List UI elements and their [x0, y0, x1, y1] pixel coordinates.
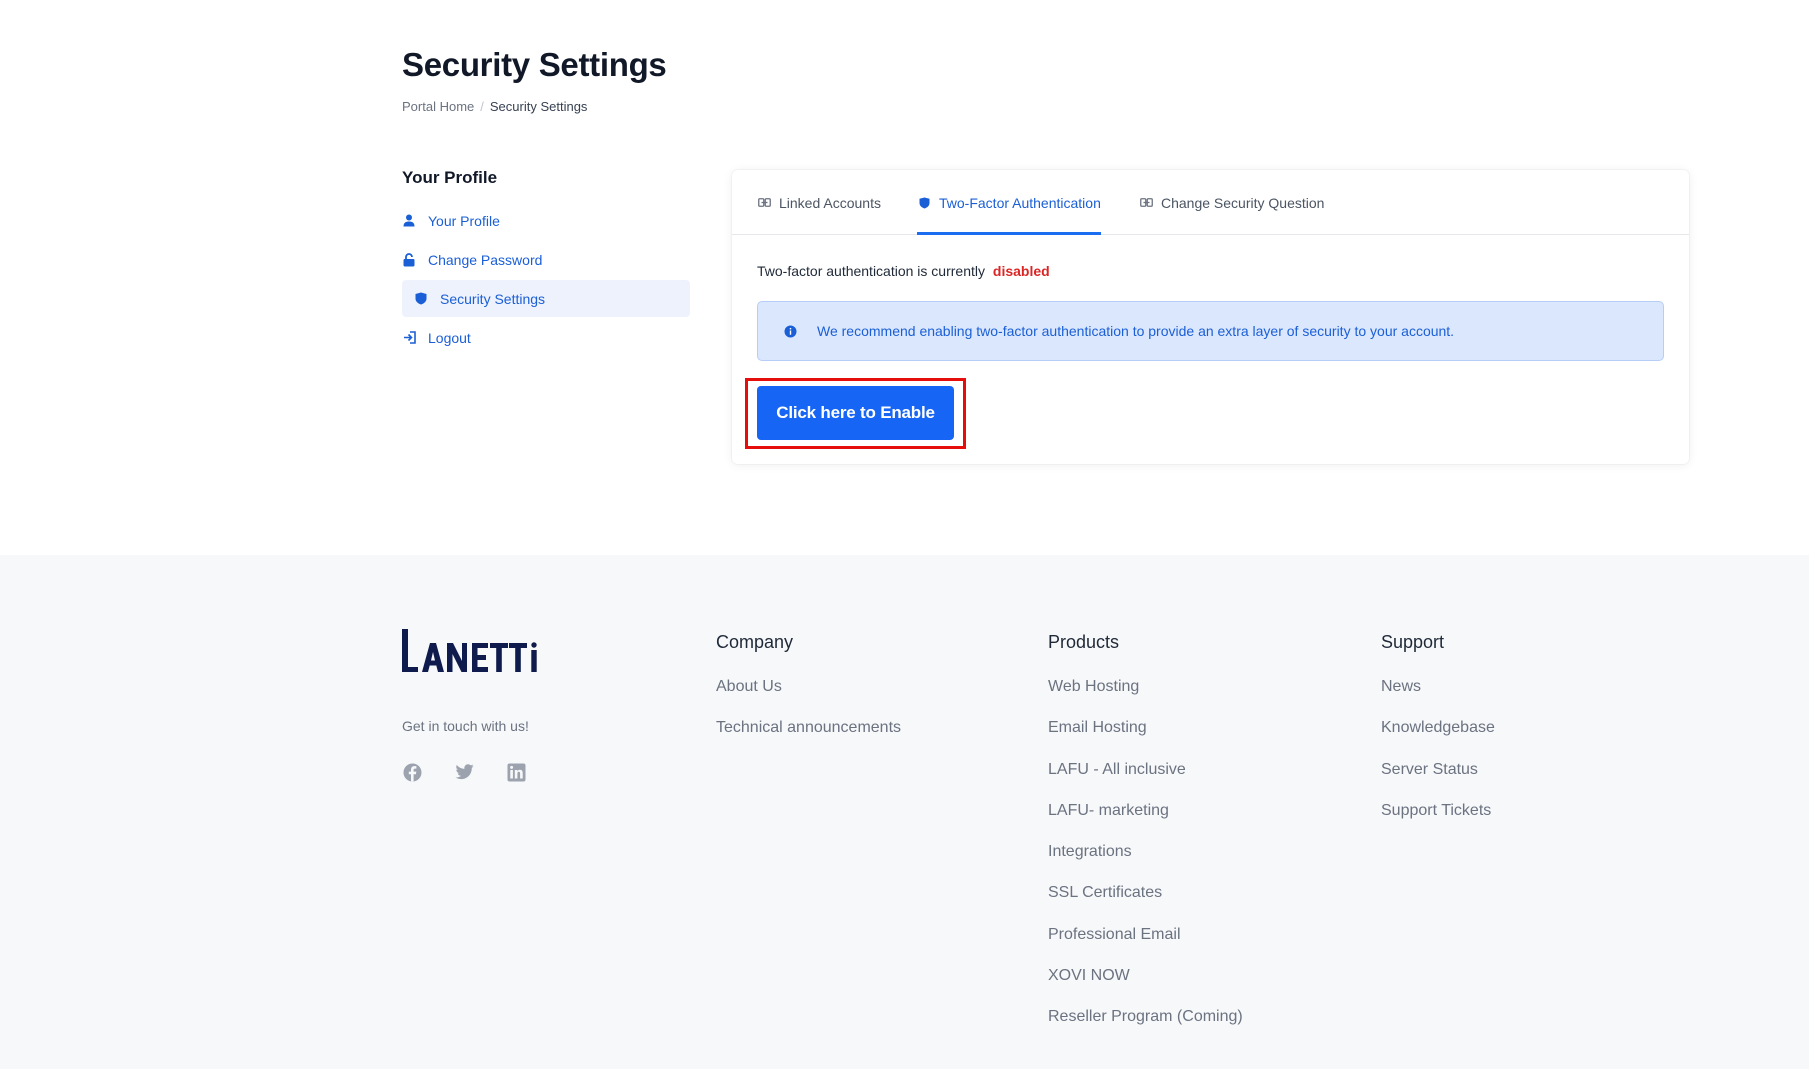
facebook-icon[interactable] — [402, 762, 422, 782]
main-content: Security Settings Portal Home / Security… — [0, 0, 1809, 555]
page-title: Security Settings — [402, 46, 667, 83]
two-factor-status: Two-factor authentication is currently d… — [757, 263, 1050, 279]
lock-icon — [402, 252, 416, 267]
breadcrumb-separator: / — [480, 99, 484, 114]
footer-link[interactable]: Email Hosting — [1048, 718, 1243, 759]
footer-column-title: Company — [716, 632, 794, 652]
link-icon — [757, 196, 771, 210]
info-alert: We recommend enabling two-factor authent… — [757, 301, 1664, 361]
linkedin-icon[interactable] — [506, 762, 526, 782]
link-icon — [1139, 196, 1153, 210]
footer-link[interactable]: LAFU - All inclusive — [1048, 760, 1243, 801]
site-footer: Get in touch with us! Company About Us T… — [0, 555, 1809, 1069]
tab-label: Change Security Question — [1161, 194, 1325, 211]
footer-column-title: Support — [1381, 632, 1445, 652]
status-badge: disabled — [992, 263, 1050, 279]
twitter-icon[interactable] — [454, 762, 474, 782]
breadcrumb: Portal Home / Security Settings — [402, 99, 587, 114]
lanetti-logo[interactable] — [400, 627, 540, 675]
user-icon — [402, 214, 416, 228]
footer-link[interactable]: LAFU- marketing — [1048, 801, 1243, 842]
sidebar-item-logout[interactable]: Logout — [402, 319, 690, 356]
footer-column-products: Products Web Hosting Email Hosting LAFU … — [1048, 632, 1243, 1049]
footer-link[interactable]: Support Tickets — [1381, 801, 1495, 842]
sidebar-item-label: Your Profile — [428, 212, 500, 229]
footer-column-company: Company About Us Technical announcements — [716, 632, 901, 760]
footer-link[interactable]: SSL Certificates — [1048, 883, 1243, 924]
sidebar-item-your-profile[interactable]: Your Profile — [402, 202, 690, 239]
footer-link[interactable]: Server Status — [1381, 760, 1495, 801]
status-text: Two-factor authentication is currently — [757, 263, 985, 279]
footer-tagline: Get in touch with us! — [402, 718, 529, 734]
sidebar-item-security-settings[interactable]: Security Settings — [402, 280, 690, 317]
profile-sidebar: Your Profile Your Profile Change Passwor… — [402, 168, 690, 358]
logout-icon — [402, 331, 416, 345]
footer-link[interactable]: Web Hosting — [1048, 677, 1243, 718]
shield-icon — [414, 292, 428, 306]
footer-link[interactable]: Knowledgebase — [1381, 718, 1495, 759]
tab-linked-accounts[interactable]: Linked Accounts — [757, 170, 881, 235]
security-card: Linked Accounts Two-Factor Authenticatio… — [732, 170, 1689, 464]
footer-column-title: Products — [1048, 632, 1120, 652]
sidebar-title: Your Profile — [402, 168, 498, 187]
footer-link[interactable]: Integrations — [1048, 842, 1243, 883]
footer-link[interactable]: Reseller Program (Coming) — [1048, 1007, 1243, 1048]
info-icon — [782, 323, 798, 339]
alert-text: We recommend enabling two-factor authent… — [817, 323, 1455, 339]
enable-two-factor-button[interactable]: Click here to Enable — [757, 386, 954, 440]
footer-link[interactable]: XOVI NOW — [1048, 966, 1243, 1007]
footer-link[interactable]: News — [1381, 677, 1495, 718]
footer-column-support: Support News Knowledgebase Server Status… — [1381, 632, 1495, 842]
social-links — [402, 762, 526, 782]
tab-two-factor-authentication[interactable]: Two-Factor Authentication — [917, 170, 1101, 235]
footer-link[interactable]: Technical announcements — [716, 718, 901, 759]
sidebar-item-label: Security Settings — [440, 290, 546, 307]
breadcrumb-current: Security Settings — [489, 99, 588, 114]
sidebar-item-change-password[interactable]: Change Password — [402, 241, 690, 278]
shield-icon — [917, 196, 931, 210]
breadcrumb-home-link[interactable]: Portal Home — [402, 99, 474, 114]
tab-change-security-question[interactable]: Change Security Question — [1139, 170, 1324, 235]
security-tabs: Linked Accounts Two-Factor Authenticatio… — [732, 170, 1689, 235]
footer-link[interactable]: Professional Email — [1048, 925, 1243, 966]
sidebar-item-label: Change Password — [428, 251, 543, 268]
footer-link[interactable]: About Us — [716, 677, 901, 718]
tab-label: Two-Factor Authentication — [939, 194, 1101, 211]
tab-label: Linked Accounts — [779, 194, 881, 211]
sidebar-item-label: Logout — [428, 329, 471, 346]
